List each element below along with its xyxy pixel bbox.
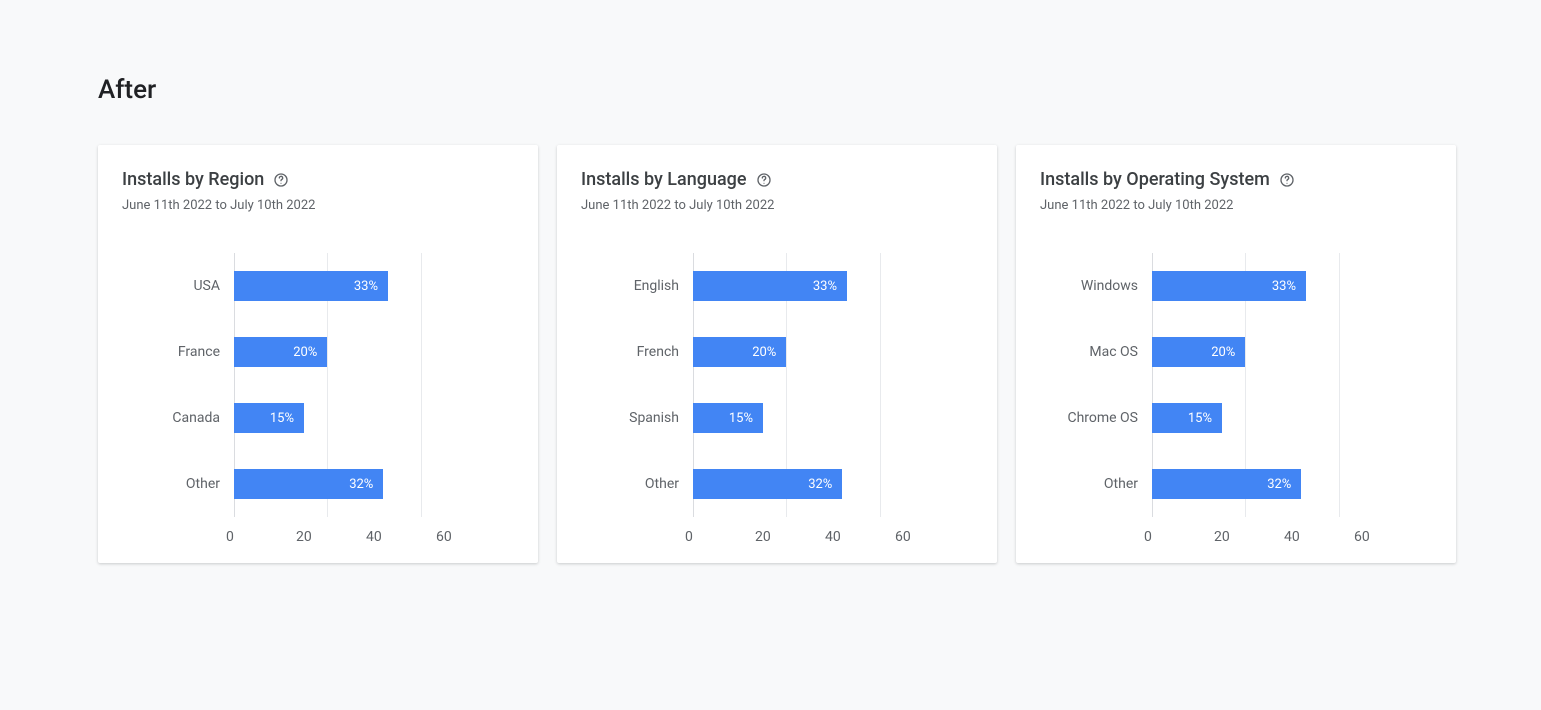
card-header: Installs by Operating System <box>1040 169 1432 190</box>
card-os: Installs by Operating System June 11th 2… <box>1016 145 1456 563</box>
x-tick: 20 <box>755 529 833 545</box>
bar-value: 33% <box>1272 279 1296 294</box>
bar: 32% <box>1152 469 1301 499</box>
y-label: USA <box>122 278 234 294</box>
bar-value: 20% <box>1211 345 1235 360</box>
cards-row: Installs by Region June 11th 2022 to Jul… <box>0 105 1541 563</box>
y-label: Other <box>122 476 234 492</box>
chart-language: English French Spanish Other 33% 20% 15%… <box>581 253 973 545</box>
x-tick: 0 <box>685 529 763 545</box>
bar-value: 33% <box>354 279 378 294</box>
card-date-range: June 11th 2022 to July 10th 2022 <box>1040 198 1432 213</box>
bar: 20% <box>1152 337 1245 367</box>
y-label: Windows <box>1040 278 1152 294</box>
x-tick: 40 <box>825 529 903 545</box>
bar-value: 32% <box>349 477 373 492</box>
y-label: Spanish <box>581 410 693 426</box>
card-header: Installs by Region <box>122 169 514 190</box>
x-tick: 20 <box>1214 529 1292 545</box>
y-label: Other <box>1040 476 1152 492</box>
x-tick: 60 <box>895 529 973 545</box>
y-label: English <box>581 278 693 294</box>
help-icon[interactable] <box>755 171 773 189</box>
x-tick: 0 <box>1144 529 1222 545</box>
x-tick: 20 <box>296 529 374 545</box>
bar-value: 20% <box>293 345 317 360</box>
bar: 32% <box>234 469 383 499</box>
bar: 32% <box>693 469 842 499</box>
y-label: Canada <box>122 410 234 426</box>
card-date-range: June 11th 2022 to July 10th 2022 <box>122 198 514 213</box>
bar-value: 20% <box>752 345 776 360</box>
x-tick: 60 <box>1354 529 1432 545</box>
y-label: Mac OS <box>1040 344 1152 360</box>
bar-value: 33% <box>813 279 837 294</box>
bar: 15% <box>693 403 763 433</box>
bar: 33% <box>234 271 388 301</box>
x-tick: 60 <box>436 529 514 545</box>
card-title: Installs by Language <box>581 169 747 190</box>
y-label: Chrome OS <box>1040 410 1152 426</box>
bar: 20% <box>234 337 327 367</box>
bar-value: 32% <box>1267 477 1291 492</box>
bar-value: 15% <box>729 411 753 426</box>
card-header: Installs by Language <box>581 169 973 190</box>
card-region: Installs by Region June 11th 2022 to Jul… <box>98 145 538 563</box>
card-title: Installs by Operating System <box>1040 169 1270 190</box>
bar: 20% <box>693 337 786 367</box>
y-label: Other <box>581 476 693 492</box>
x-tick: 40 <box>1284 529 1362 545</box>
y-label: French <box>581 344 693 360</box>
bar-value: 15% <box>1188 411 1212 426</box>
y-label: France <box>122 344 234 360</box>
bar: 33% <box>693 271 847 301</box>
page-title: After <box>0 0 1541 105</box>
bar: 15% <box>234 403 304 433</box>
chart-os: Windows Mac OS Chrome OS Other 33% 20% 1… <box>1040 253 1432 545</box>
help-icon[interactable] <box>272 171 290 189</box>
chart-region: USA France Canada Other 33% 20% 15% 32% <box>122 253 514 545</box>
help-icon[interactable] <box>1278 171 1296 189</box>
bar: 15% <box>1152 403 1222 433</box>
bar-value: 32% <box>808 477 832 492</box>
card-title: Installs by Region <box>122 169 264 190</box>
x-tick: 0 <box>226 529 304 545</box>
x-tick: 40 <box>366 529 444 545</box>
bar: 33% <box>1152 271 1306 301</box>
card-language: Installs by Language June 11th 2022 to J… <box>557 145 997 563</box>
bar-value: 15% <box>270 411 294 426</box>
card-date-range: June 11th 2022 to July 10th 2022 <box>581 198 973 213</box>
